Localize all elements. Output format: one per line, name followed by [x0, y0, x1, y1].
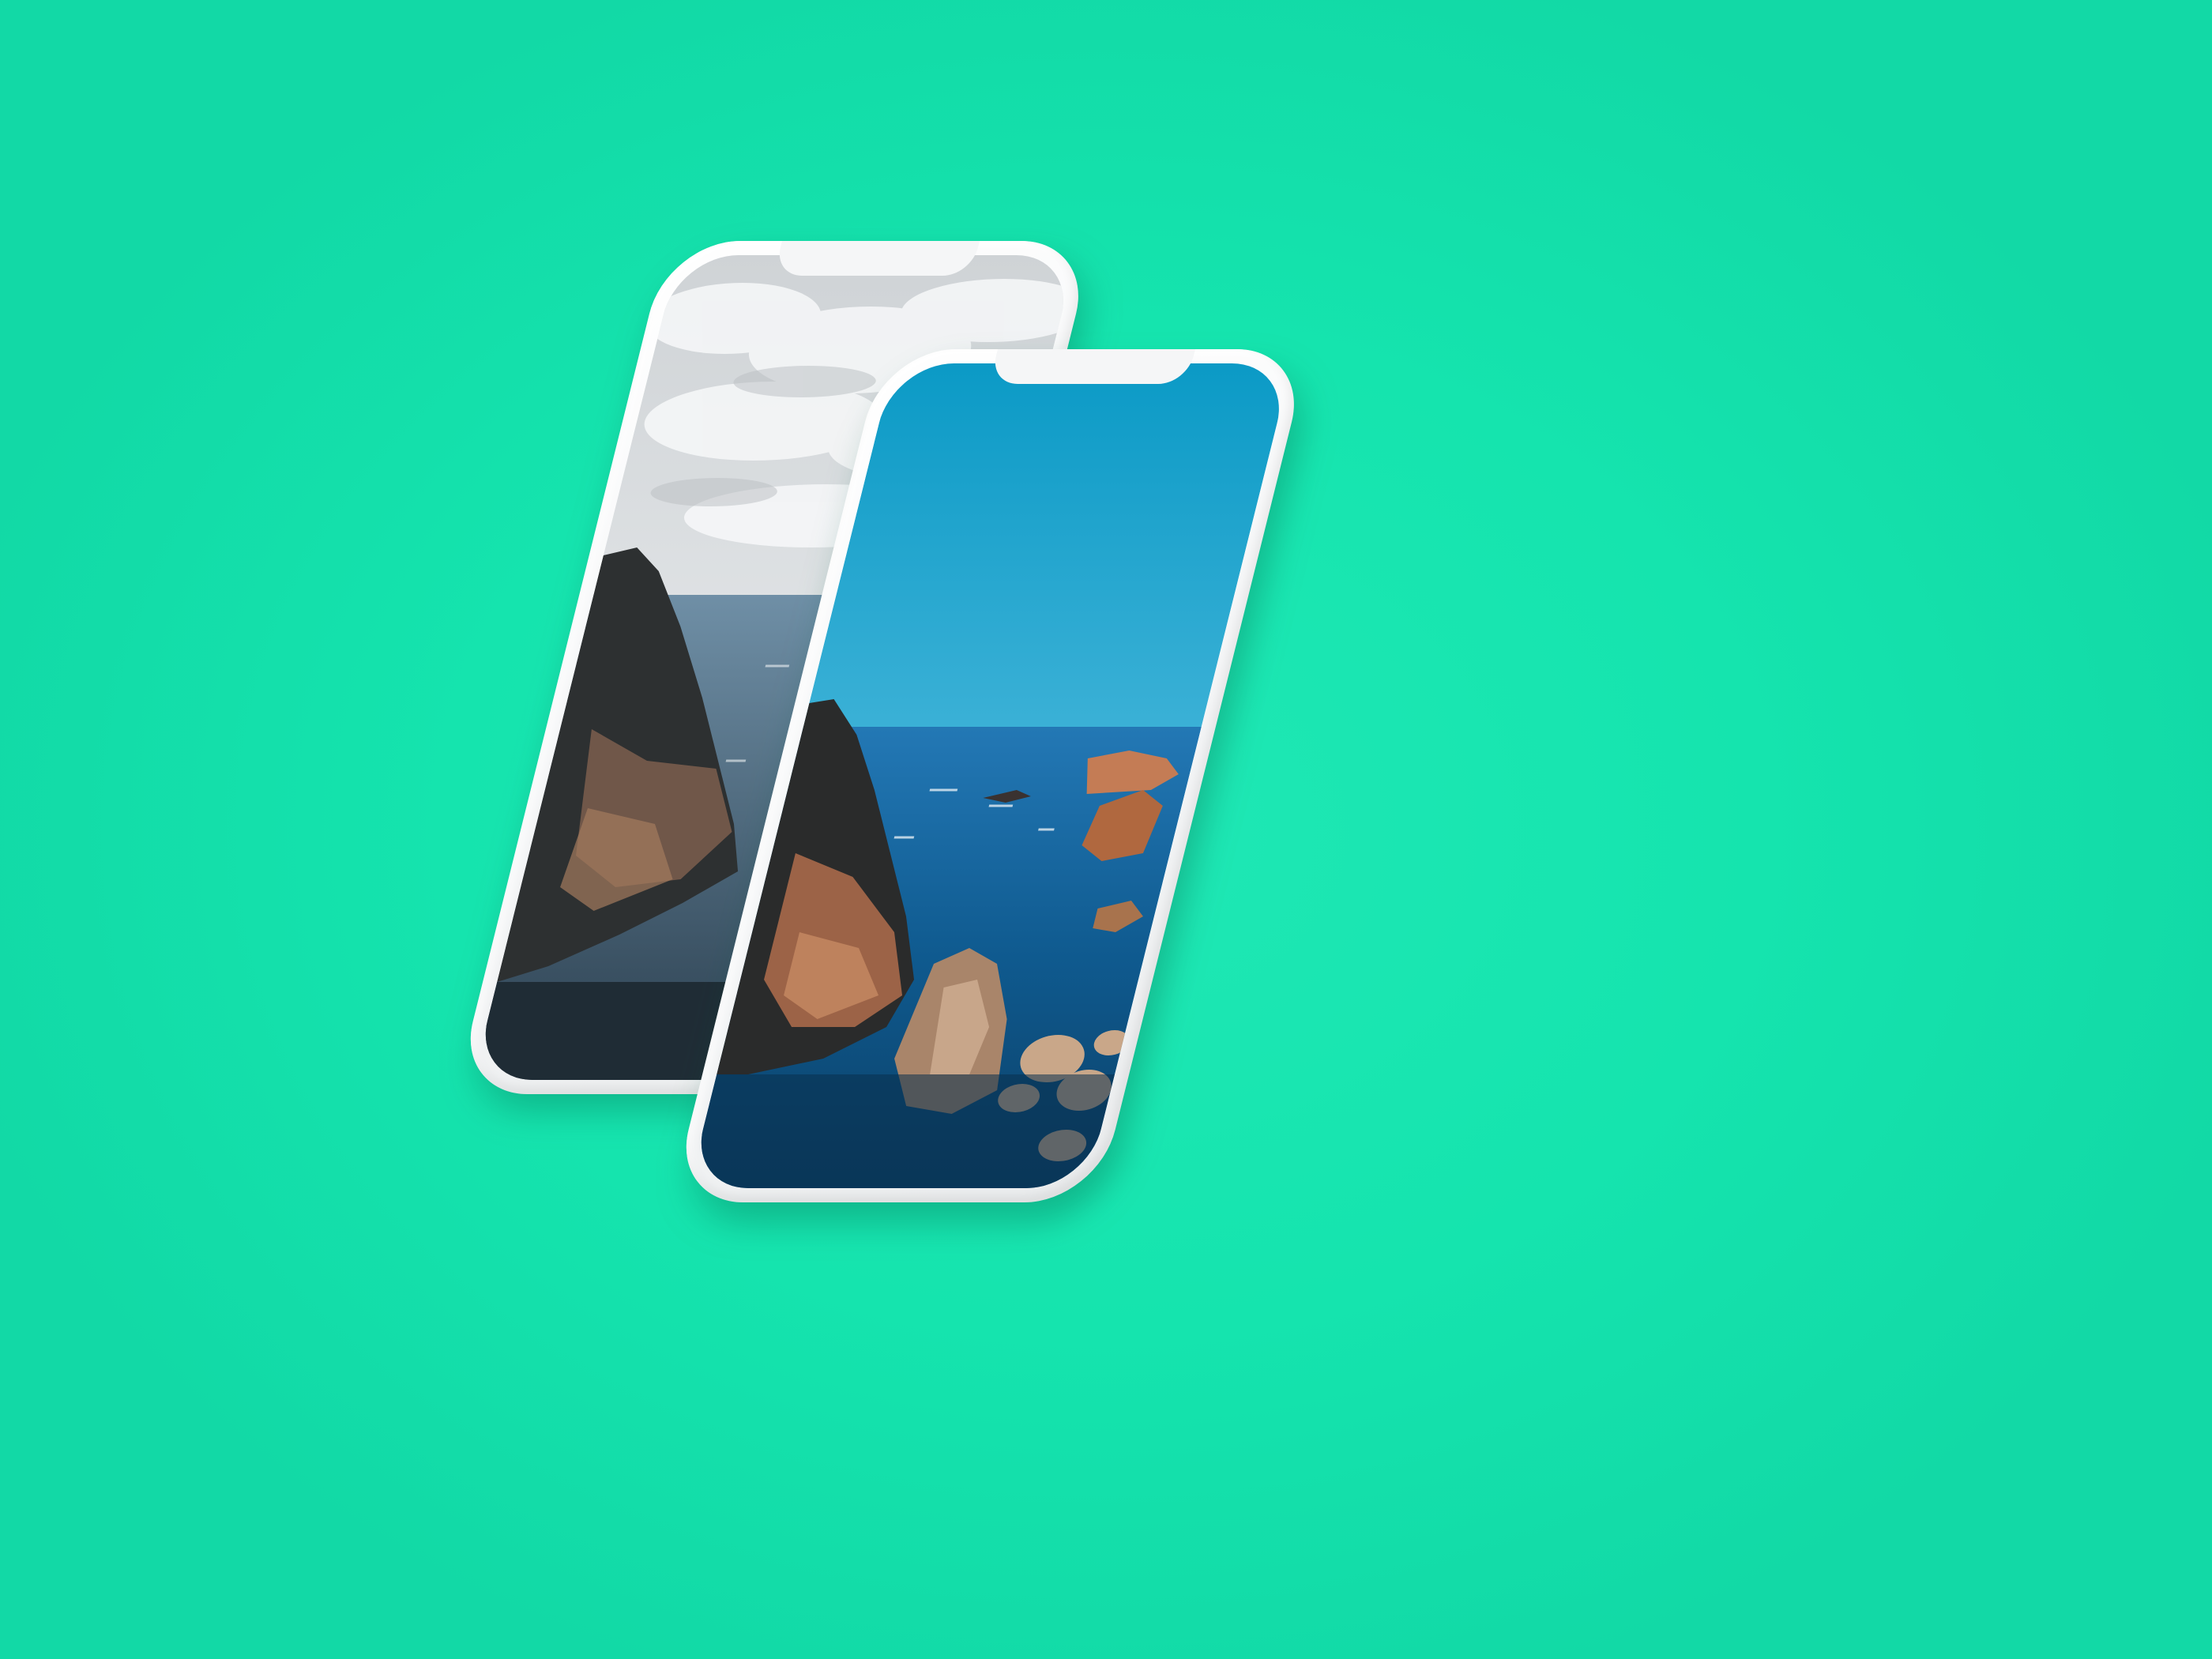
front-phone-notch: [989, 349, 1195, 384]
back-phone-notch: [773, 241, 980, 276]
mockup-scene: [0, 0, 2212, 1659]
